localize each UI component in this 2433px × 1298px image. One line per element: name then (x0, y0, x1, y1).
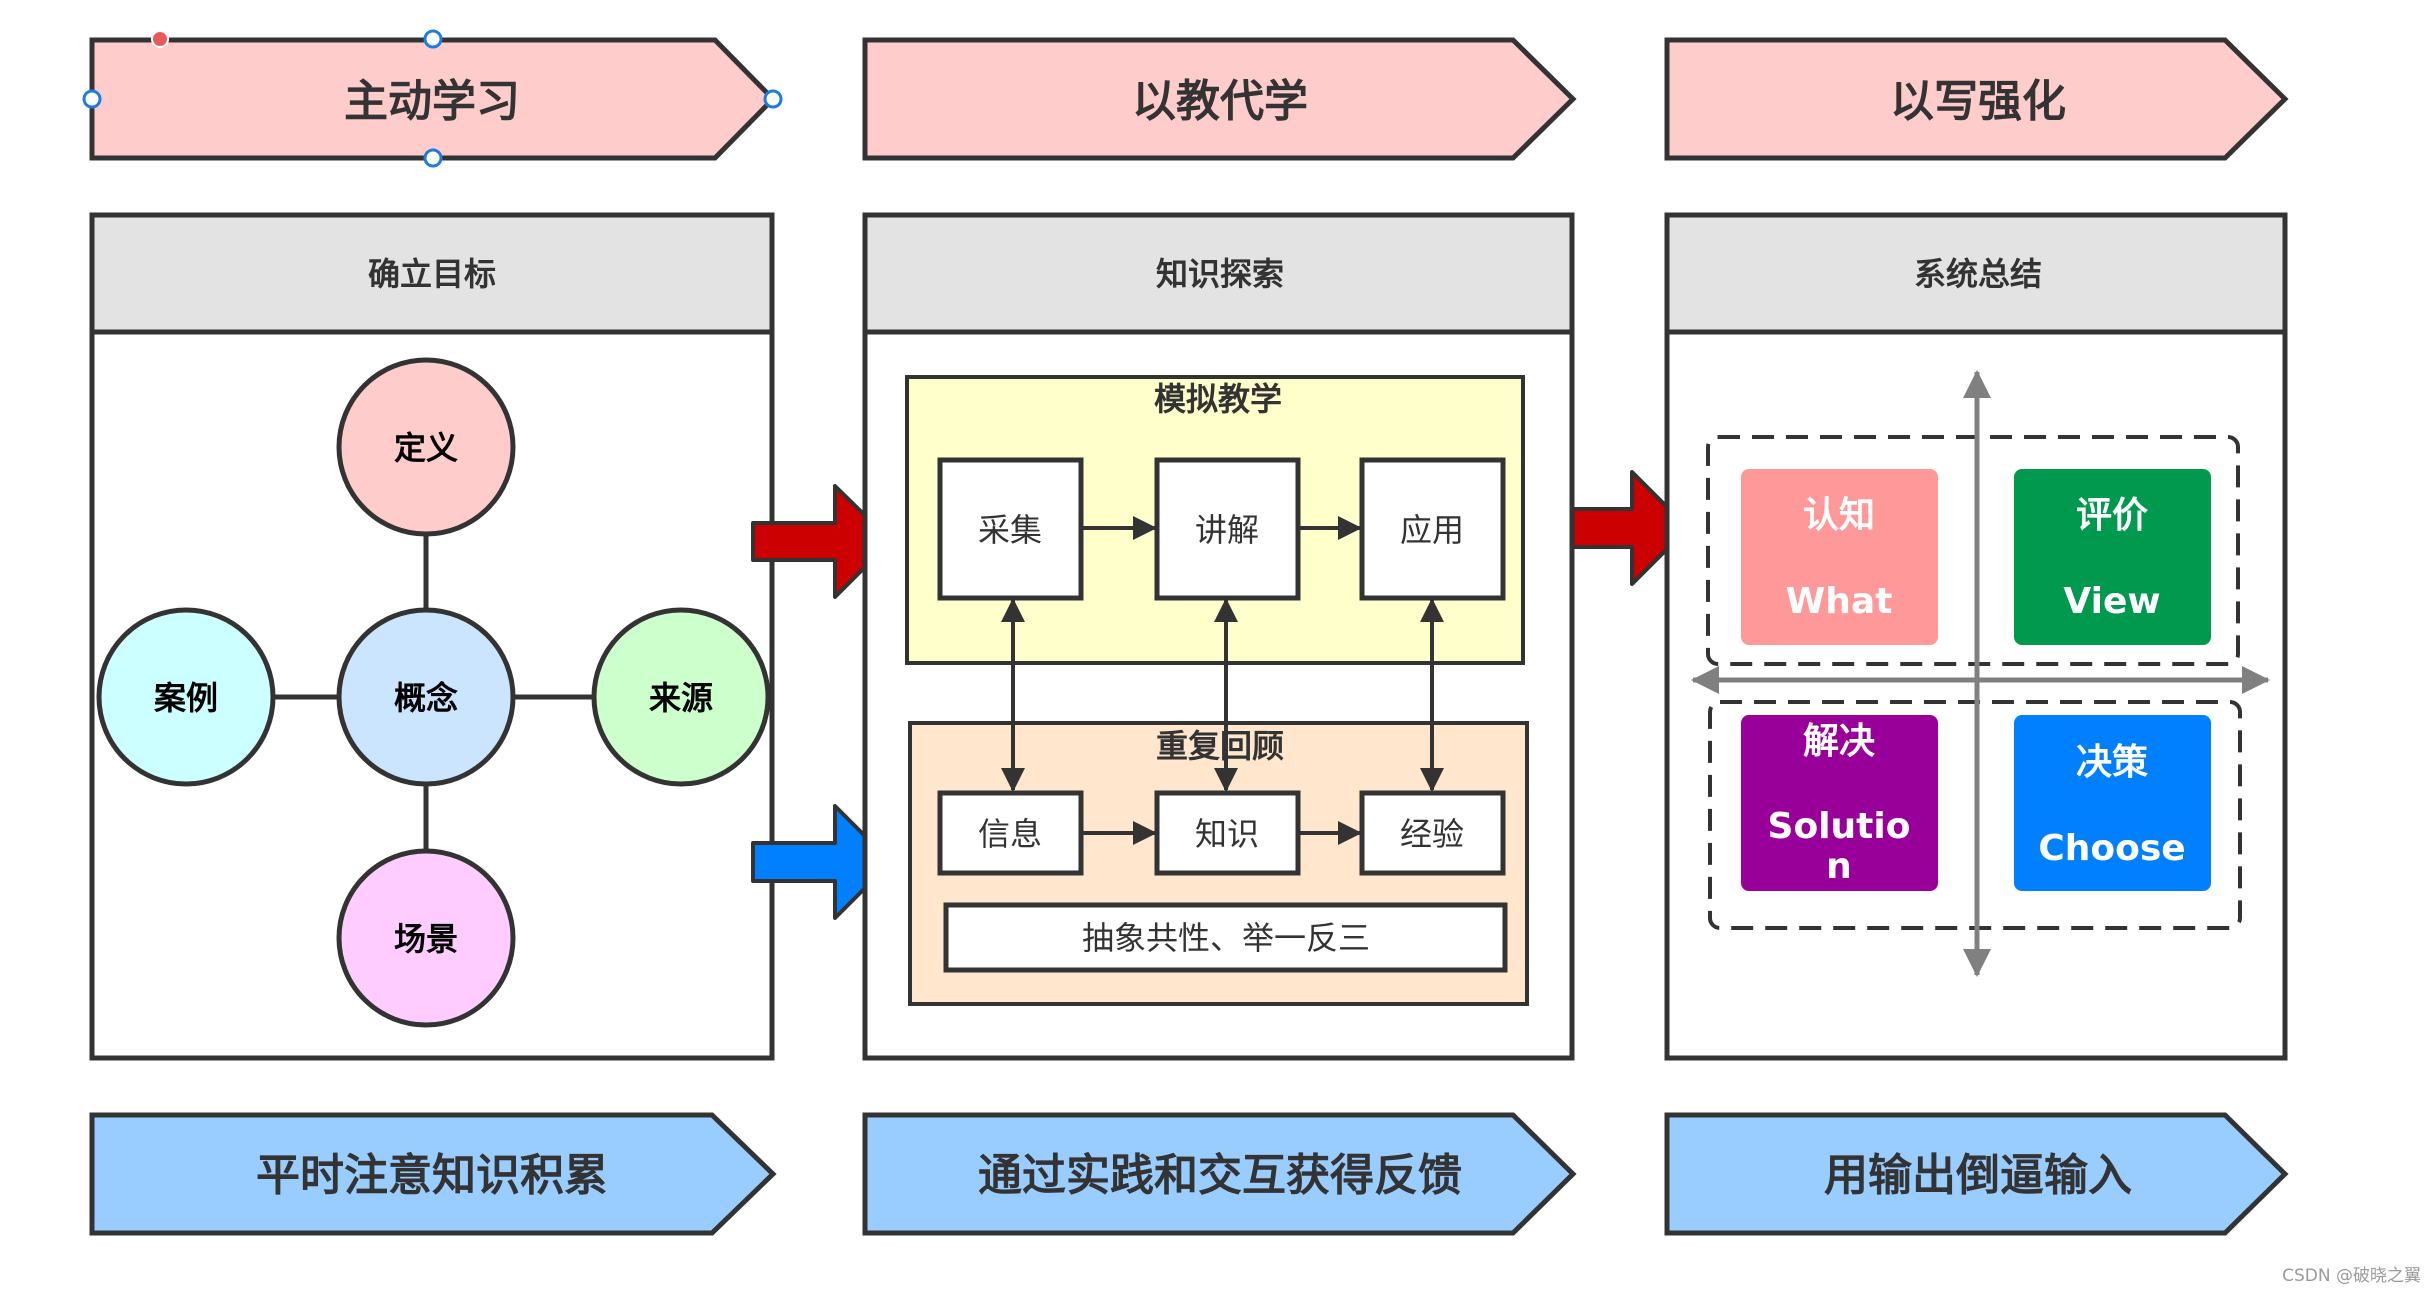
quadrant-subtitle-line-1: Solutio (1768, 806, 1911, 847)
quadrant-cognition[interactable]: 认知 What (1741, 469, 1938, 645)
selection-handle-bottom[interactable] (423, 148, 443, 168)
banner-label: 用输出倒逼输入 (1824, 1150, 2132, 1201)
node-label: 场景 (394, 920, 458, 958)
node-concept[interactable]: 概念 (336, 607, 516, 787)
panel-summary: 系统总结 认知 What 评价 View 解决 Solutio n 决策 Cho… (1664, 212, 2288, 1061)
step-label: 讲解 (1195, 511, 1259, 549)
panel-goal: 确立目标 定义 案例 概念 来源 场景 (89, 212, 775, 1061)
selection-handle-right[interactable] (763, 89, 783, 109)
group-title: 模拟教学 (1154, 380, 1282, 418)
top-banner-2[interactable]: 以教代学 (862, 37, 1577, 161)
bottom-banner-3[interactable]: 用输出倒逼输入 (1664, 1112, 2289, 1236)
watermark: CSDN @破晓之翼 (2282, 1266, 2421, 1286)
step-apply[interactable]: 应用 (1359, 457, 1506, 601)
banner-label: 主动学习 (344, 76, 520, 127)
banner-label: 以教代学 (1132, 76, 1308, 127)
node-label: 概念 (394, 679, 458, 717)
quadrant-title: 决策 (2076, 742, 2148, 783)
rotation-handle[interactable] (151, 30, 169, 48)
step-collect[interactable]: 采集 (937, 457, 1084, 601)
banner-label: 以写强化 (1890, 76, 2066, 127)
selection-handle-top[interactable] (423, 29, 443, 49)
quadrant-solution[interactable]: 解决 Solutio n (1741, 715, 1938, 891)
quadrant-subtitle: What (1786, 581, 1893, 622)
group-title: 重复回顾 (1156, 727, 1284, 765)
panel-title: 系统总结 (1914, 255, 2042, 293)
quadrant-title: 认知 (1803, 495, 1875, 536)
panel-title: 知识探索 (1156, 255, 1284, 293)
banner-label: 平时注意知识积累 (256, 1150, 608, 1201)
step-explain[interactable]: 讲解 (1154, 457, 1301, 601)
top-banner-1[interactable]: 主动学习 (82, 29, 783, 168)
quadrant-subtitle: Choose (2038, 828, 2185, 869)
panel-explore: 知识探索 模拟教学 采集 讲解 应用 重复回顾 信息 知识 经验 抽象共性、举一… (862, 212, 1575, 1061)
bottom-banner-2[interactable]: 通过实践和交互获得反馈 (862, 1112, 1577, 1236)
quadrant-subtitle-line-2: n (1826, 846, 1852, 887)
step-experience[interactable]: 经验 (1359, 790, 1506, 876)
node-label: 定义 (394, 429, 458, 467)
step-label: 采集 (978, 511, 1042, 549)
abstraction-label: 抽象共性、举一反三 (1082, 919, 1370, 957)
selection-handle-left[interactable] (82, 89, 102, 109)
quadrant-title: 评价 (2076, 495, 2148, 536)
quadrant-subtitle: View (2063, 581, 2160, 622)
node-source[interactable]: 来源 (591, 607, 771, 787)
step-label: 知识 (1195, 815, 1259, 853)
quadrant-decision[interactable]: 决策 Choose (2014, 715, 2211, 891)
top-banner-3[interactable]: 以写强化 (1664, 37, 2289, 161)
abstraction-box[interactable]: 抽象共性、举一反三 (943, 902, 1508, 973)
quadrant-evaluation[interactable]: 评价 View (2014, 469, 2211, 645)
bottom-banner-1[interactable]: 平时注意知识积累 (89, 1112, 777, 1236)
node-scenario[interactable]: 场景 (336, 848, 516, 1028)
node-definition[interactable]: 定义 (336, 357, 516, 537)
node-label: 案例 (154, 679, 218, 717)
step-label: 信息 (978, 815, 1042, 853)
quadrant-title: 解决 (1803, 721, 1875, 762)
step-information[interactable]: 信息 (937, 790, 1084, 876)
step-label: 应用 (1400, 511, 1464, 549)
node-label: 来源 (649, 679, 713, 717)
learning-method-diagram: 主动学习 以教代学 以写强化 确立目标 定义 案例 概念 来源 场景 知识探索 … (82, 29, 2421, 1286)
panel-title: 确立目标 (368, 255, 496, 293)
banner-label: 通过实践和交互获得反馈 (978, 1150, 1462, 1201)
step-knowledge[interactable]: 知识 (1154, 790, 1301, 876)
step-label: 经验 (1400, 815, 1464, 853)
node-case[interactable]: 案例 (96, 607, 276, 787)
